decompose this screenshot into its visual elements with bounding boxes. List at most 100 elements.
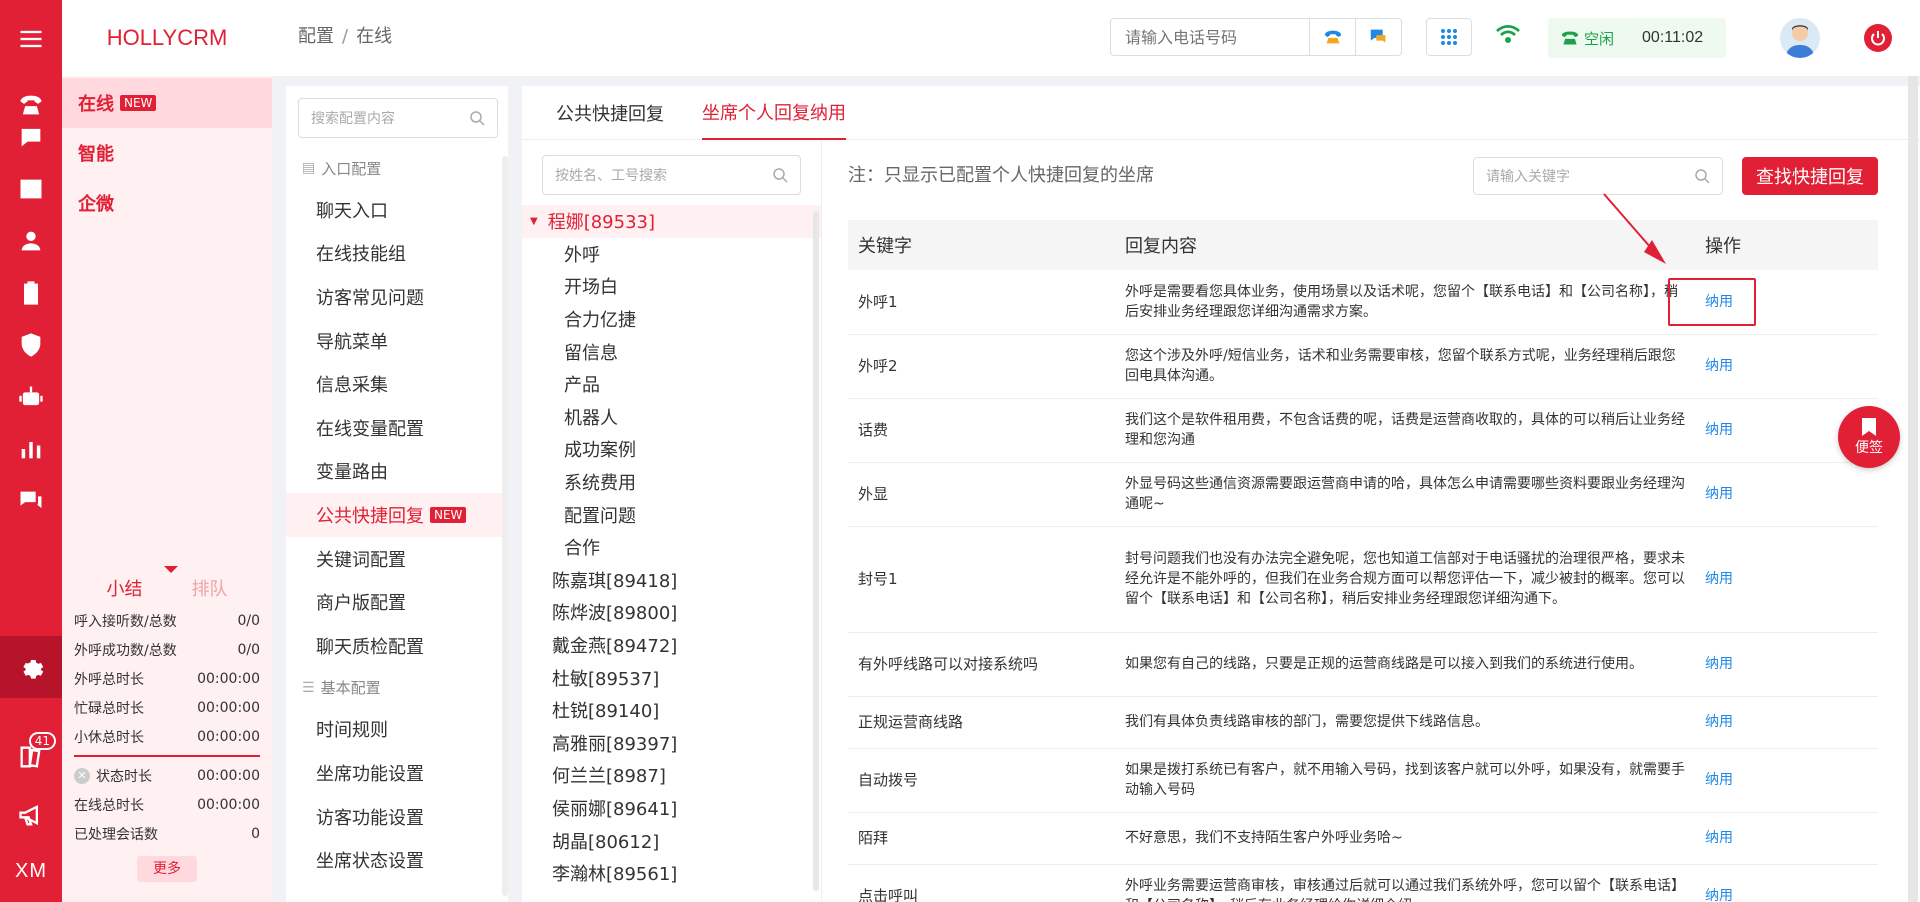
- agent-search-placeholder: 按姓名、工号搜索: [555, 168, 667, 184]
- tree-node[interactable]: 何兰兰[8987]: [522, 759, 821, 792]
- config-item[interactable]: 商户版配置: [286, 580, 508, 624]
- config-item[interactable]: 导航菜单: [286, 319, 508, 363]
- tree-child[interactable]: 留信息: [522, 335, 821, 368]
- grid-icon: [1441, 29, 1457, 45]
- tab-agent-reply[interactable]: 坐席个人回复纳用: [702, 86, 846, 140]
- config-item[interactable]: 在线技能组: [286, 232, 508, 276]
- config-item[interactable]: 聊天质检配置: [286, 624, 508, 668]
- tree-child[interactable]: 合作: [522, 531, 821, 564]
- power-icon: [1871, 31, 1885, 46]
- adopt-link[interactable]: 纳用: [1695, 696, 1878, 749]
- adopt-link[interactable]: 纳用: [1695, 526, 1878, 633]
- breadcrumb-root[interactable]: 配置: [298, 26, 334, 47]
- find-reply-button[interactable]: 查找快捷回复: [1742, 157, 1878, 195]
- adopt-link[interactable]: 纳用: [1695, 462, 1878, 527]
- config-item-quick-reply[interactable]: 公共快捷回复 NEW: [286, 493, 508, 537]
- side-nav-online[interactable]: 在线 NEW: [62, 78, 272, 128]
- tab-public-reply[interactable]: 公共快捷回复: [556, 86, 664, 140]
- settings-icon[interactable]: [0, 636, 62, 698]
- tree-child[interactable]: 外呼: [522, 238, 821, 271]
- logout-button[interactable]: [1864, 24, 1892, 52]
- tree-node[interactable]: 胡晶[80612]: [522, 824, 821, 857]
- stat-row: 已处理会话数 0: [62, 819, 272, 848]
- keyword-cell: 点击呼叫: [848, 864, 1115, 902]
- stats-tabs: 小结 排队: [62, 566, 272, 606]
- config-search-placeholder: 搜索配置内容: [311, 111, 395, 127]
- message-icon[interactable]: [0, 470, 62, 532]
- tab-queue[interactable]: 排队: [192, 575, 228, 601]
- phone-input[interactable]: [1111, 19, 1309, 55]
- adopt-link[interactable]: 纳用: [1695, 864, 1878, 902]
- tree-child[interactable]: 机器人: [522, 401, 821, 434]
- config-item[interactable]: 时间规则: [286, 708, 508, 752]
- tree-child[interactable]: 合力亿捷: [522, 303, 821, 336]
- tree-node-open[interactable]: ▼ 程娜[89533]: [522, 205, 821, 238]
- book-icon[interactable]: 41: [0, 726, 62, 788]
- config-search[interactable]: 搜索配置内容: [298, 98, 498, 138]
- config-item-label: 公共快捷回复: [316, 505, 424, 527]
- notification-badge: 41: [28, 732, 56, 750]
- breadcrumb-sep: /: [342, 26, 349, 47]
- config-item[interactable]: 访客功能设置: [286, 795, 508, 839]
- tree-child[interactable]: 开场白: [522, 270, 821, 303]
- call-button[interactable]: [1309, 19, 1355, 55]
- adopt-link[interactable]: 纳用: [1695, 748, 1878, 813]
- stat-label: 状态时长: [96, 768, 152, 785]
- tree-node[interactable]: 高雅丽[89397]: [522, 727, 821, 760]
- stat-value: 0: [251, 825, 260, 842]
- stat-value: 0/0: [237, 641, 260, 658]
- tree-node[interactable]: 陈烨波[89800]: [522, 596, 821, 629]
- scrollbar[interactable]: [502, 156, 508, 896]
- sticky-note-button[interactable]: 便签: [1838, 406, 1900, 468]
- adopt-link[interactable]: 纳用: [1695, 632, 1878, 697]
- megaphone-icon[interactable]: [0, 784, 62, 846]
- config-item[interactable]: 信息采集: [286, 362, 508, 406]
- list-icon: ☰: [302, 679, 315, 696]
- tree-node[interactable]: 陈嘉琪[89418]: [522, 564, 821, 597]
- chat-transfer-button[interactable]: [1355, 19, 1401, 55]
- apps-button[interactable]: [1426, 18, 1472, 56]
- menu-icon[interactable]: [0, 8, 62, 70]
- tab-summary[interactable]: 小结: [107, 575, 143, 601]
- side-nav-smart[interactable]: 智能: [62, 128, 272, 178]
- group-label: 入口配置: [321, 159, 382, 178]
- config-item[interactable]: 关键词配置: [286, 537, 508, 581]
- tree-node[interactable]: 杜锐[89140]: [522, 694, 821, 727]
- annotation-arrow-icon: [1603, 193, 1666, 264]
- avatar-icon: [1786, 25, 1814, 58]
- stat-value: 00:00:00: [197, 767, 260, 784]
- tree-child[interactable]: 成功案例: [522, 433, 821, 466]
- status-text: 空闲: [1584, 29, 1615, 48]
- avatar[interactable]: [1780, 18, 1820, 58]
- tree-node[interactable]: 李瀚林[89561]: [522, 857, 821, 890]
- more-button[interactable]: 更多: [137, 856, 197, 882]
- table-row: 点击呼叫 外呼业务需要运营商审核，审核通过后就可以通过我们系统外呼，您可以留个【联…: [848, 864, 1878, 902]
- reply-cell: 封号问题我们也没有办法完全避免呢，您也知道工信部对于电话骚扰的治理很严格，要求未…: [1115, 526, 1695, 633]
- tree-node[interactable]: 杜敏[89537]: [522, 661, 821, 694]
- main-panel: 公共快捷回复 坐席个人回复纳用 按姓名、工号搜索 ▼ 程娜[89533] 外呼 开…: [522, 86, 1920, 902]
- reply-cell: 外呼是需要看您具体业务，使用场景以及话术呢，您留个【联系电话】和【公司名称】，稍…: [1115, 270, 1695, 335]
- adopt-link[interactable]: 纳用: [1695, 334, 1878, 399]
- keyword-search[interactable]: 请输入关键字: [1473, 157, 1723, 195]
- config-item[interactable]: 访客常见问题: [286, 275, 508, 319]
- tree-child[interactable]: 配置问题: [522, 498, 821, 531]
- tree-child[interactable]: 系统费用: [522, 466, 821, 499]
- config-item[interactable]: 坐席状态设置: [286, 838, 508, 882]
- agent-search[interactable]: 按姓名、工号搜索: [542, 155, 801, 195]
- tree-node[interactable]: 侯丽娜[89641]: [522, 792, 821, 825]
- caret-down-icon: [164, 566, 178, 573]
- close-icon[interactable]: ✕: [74, 767, 90, 784]
- search-icon: [1695, 169, 1710, 184]
- adopt-link[interactable]: 纳用: [1695, 812, 1878, 865]
- config-item[interactable]: 在线变量配置: [286, 406, 508, 450]
- triangle-down-icon: ▼: [530, 215, 538, 227]
- page-scrollbar[interactable]: [1908, 76, 1918, 902]
- config-item[interactable]: 聊天入口: [286, 188, 508, 232]
- config-item[interactable]: 坐席功能设置: [286, 751, 508, 795]
- config-item[interactable]: 变量路由: [286, 450, 508, 494]
- agent-status[interactable]: 空闲 00:11:02: [1548, 18, 1726, 58]
- side-nav-wecom[interactable]: 企微: [62, 178, 272, 228]
- tree-node[interactable]: 戴金燕[89472]: [522, 629, 821, 662]
- scrollbar[interactable]: [813, 211, 819, 891]
- tree-child[interactable]: 产品: [522, 368, 821, 401]
